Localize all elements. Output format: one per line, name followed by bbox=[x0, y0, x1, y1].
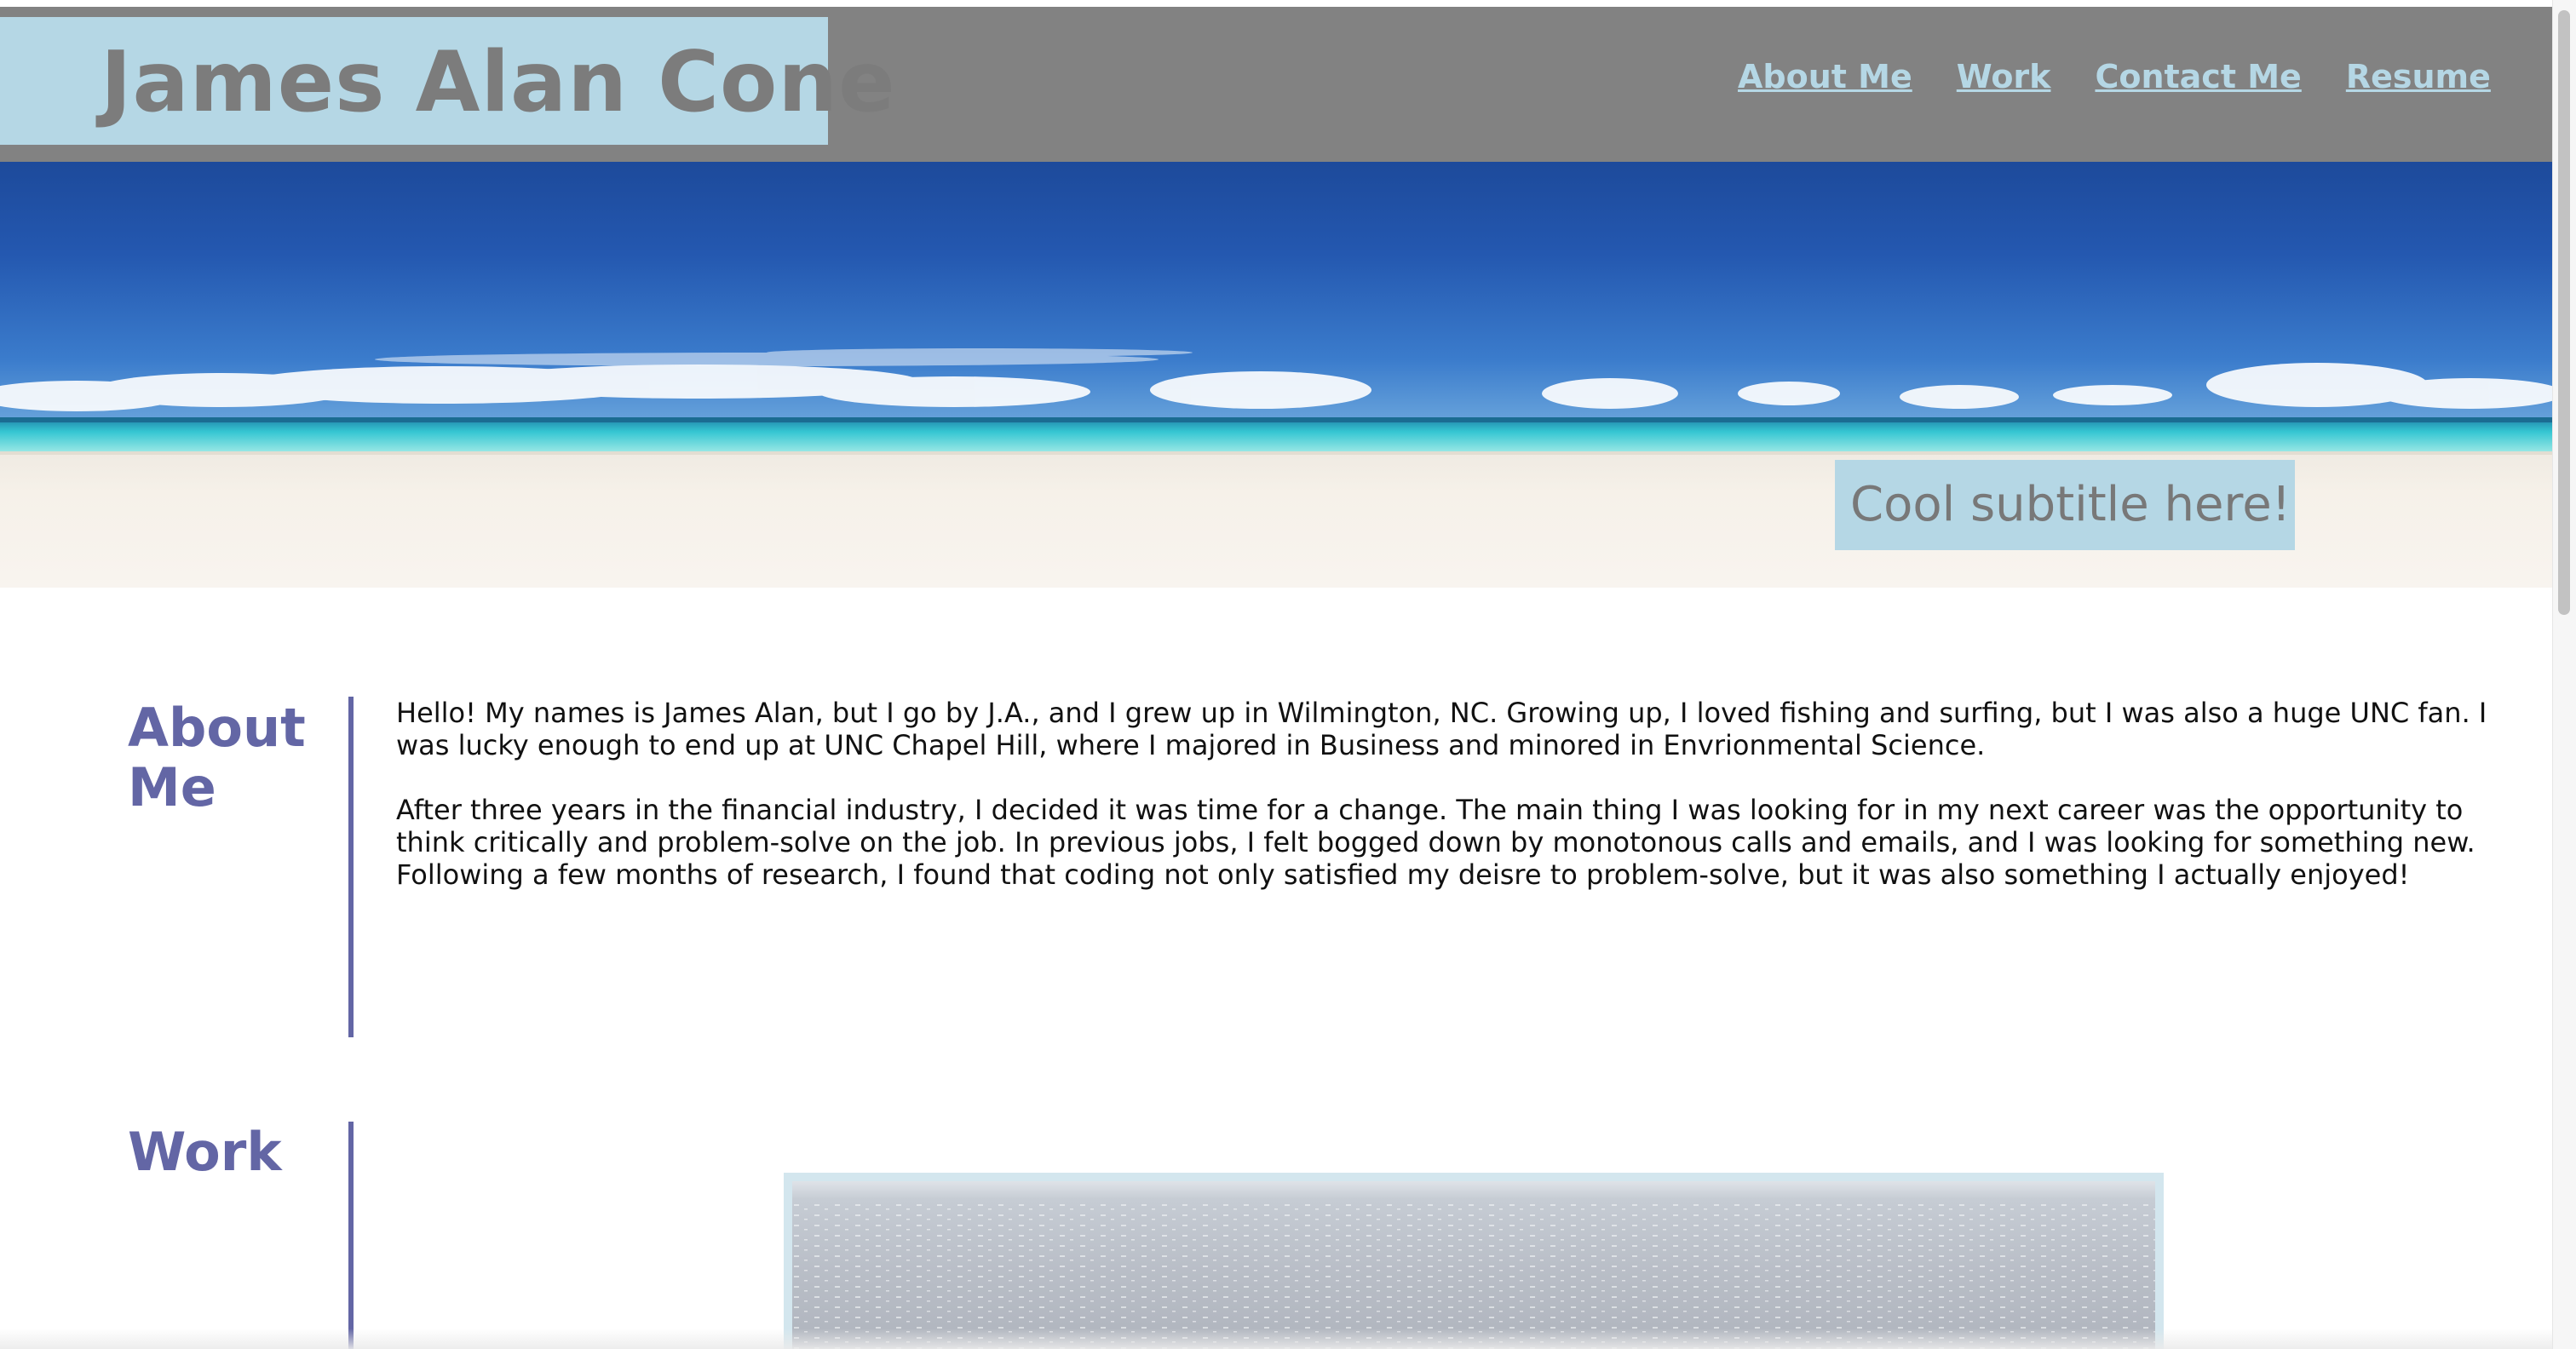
site-title-box: James Alan Cone bbox=[0, 17, 895, 145]
about-divider bbox=[348, 697, 354, 1037]
nav-resume-link[interactable]: Resume bbox=[2346, 58, 2491, 95]
site-title: James Alan Cone bbox=[101, 34, 896, 131]
page: James Alan Cone About Me Work Contact Me… bbox=[0, 0, 2576, 1349]
about-paragraph-1: Hello! My names is James Alan, but I go … bbox=[396, 697, 2487, 761]
nav-contact-me-link[interactable]: Contact Me bbox=[2095, 58, 2301, 95]
work-divider bbox=[348, 1122, 354, 1349]
top-strip bbox=[0, 0, 2552, 7]
nav-about-me-link[interactable]: About Me bbox=[1738, 58, 1912, 95]
work-heading: Work bbox=[128, 1121, 282, 1183]
hero-subtitle-box: Cool subtitle here! bbox=[1835, 460, 2295, 550]
main-nav: About Me Work Contact Me Resume bbox=[1738, 58, 2491, 95]
about-paragraph-2: After three years in the financial indus… bbox=[396, 794, 2475, 891]
about-text: Hello! My names is James Alan, but I go … bbox=[396, 697, 2517, 923]
bottom-fade bbox=[0, 1329, 2552, 1349]
work-image-frame[interactable] bbox=[784, 1173, 2164, 1349]
scrollbar-thumb[interactable] bbox=[2558, 10, 2570, 615]
hero-subtitle: Cool subtitle here! bbox=[1850, 477, 2291, 532]
about-me-heading: About Me bbox=[128, 697, 306, 818]
nav-work-link[interactable]: Work bbox=[1957, 58, 2051, 95]
site-header: James Alan Cone About Me Work Contact Me… bbox=[0, 7, 2552, 162]
ocean-water-image bbox=[792, 1181, 2155, 1349]
